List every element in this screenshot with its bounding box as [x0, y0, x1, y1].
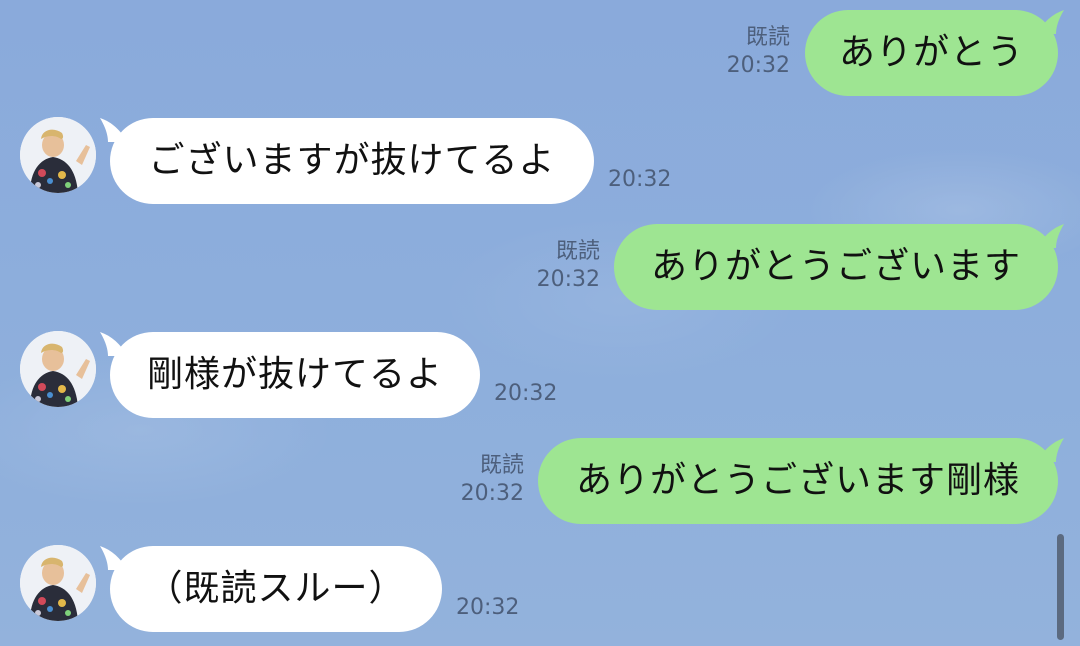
message-text: ございますが抜けてるよ: [148, 140, 556, 181]
message-time: 20:32: [494, 381, 558, 406]
message-meta: 20:32: [456, 594, 536, 622]
outgoing-message-bubble[interactable]: ありがとう: [805, 10, 1058, 96]
incoming-message-bubble[interactable]: （既読スルー）: [110, 546, 442, 632]
message-text: ありがとうございます剛様: [575, 460, 1020, 501]
outgoing-message-bubble[interactable]: ありがとうございます剛様: [538, 438, 1058, 524]
avatar[interactable]: [20, 117, 96, 193]
message-time: 20:32: [536, 267, 600, 292]
avatar-icon: [20, 117, 96, 193]
incoming-message-bubble[interactable]: 剛様が抜けてるよ: [110, 332, 480, 418]
read-receipt-meta: 既読 20:32: [526, 238, 600, 294]
outgoing-message-bubble[interactable]: ありがとうございます: [614, 224, 1058, 310]
incoming-message-bubble[interactable]: ございますが抜けてるよ: [110, 118, 594, 204]
avatar[interactable]: [20, 331, 96, 407]
message-time: 20:32: [726, 53, 790, 78]
message-time: 20:32: [608, 167, 672, 192]
read-label: 既読: [745, 25, 790, 50]
message-time: 20:32: [460, 481, 524, 506]
read-label: 既読: [555, 239, 600, 264]
message-meta: 20:32: [494, 380, 574, 408]
read-label: 既読: [479, 453, 524, 478]
message-time: 20:32: [456, 595, 520, 620]
message-text: （既読スルー）: [146, 568, 406, 609]
message-meta: 20:32: [608, 166, 688, 194]
read-receipt-meta: 既読 20:32: [450, 452, 524, 508]
avatar-icon: [20, 331, 96, 407]
read-receipt-meta: 既読 20:32: [716, 24, 790, 80]
message-text: 剛様が抜けてるよ: [146, 354, 443, 395]
message-text: ありがとうございます: [650, 246, 1021, 287]
avatar-icon: [20, 545, 96, 621]
avatar[interactable]: [20, 545, 96, 621]
scrollbar[interactable]: [1057, 534, 1064, 640]
message-text: ありがとう: [838, 32, 1024, 73]
